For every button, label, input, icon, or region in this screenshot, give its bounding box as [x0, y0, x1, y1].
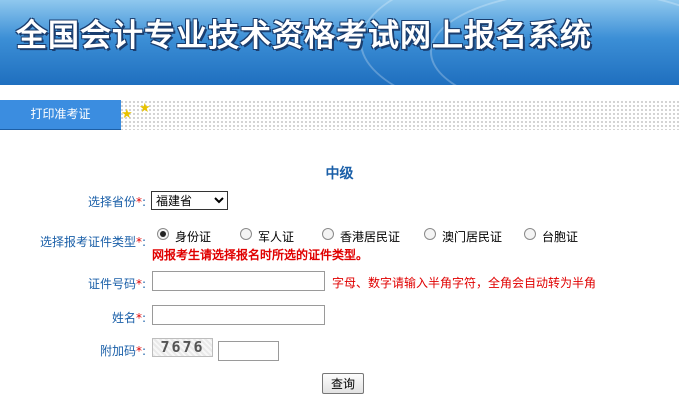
radio-military-id[interactable]: 军人证: [240, 227, 294, 245]
radio-button[interactable]: [524, 227, 536, 240]
radio-button[interactable]: [424, 227, 436, 240]
exam-level-heading: 中级: [325, 166, 354, 182]
tab-print-admission-ticket[interactable]: 打印准考证: [0, 100, 121, 130]
radio-id-card[interactable]: 身份证: [157, 227, 211, 245]
id-number-label: 证件号码*:: [87, 277, 146, 291]
radio-hongkong-id[interactable]: 香港居民证: [322, 227, 400, 245]
id-number-hint: 字母、数字请输入半角字符，全角会自动转为半角: [332, 276, 597, 290]
name-label: 姓名*:: [111, 311, 146, 325]
radio-button[interactable]: [322, 227, 334, 240]
tab-bar: 打印准考证 ★ ★: [0, 100, 679, 130]
radio-button[interactable]: [157, 227, 169, 240]
captcha-image[interactable]: 7676: [152, 338, 213, 357]
radio-button[interactable]: [240, 227, 252, 240]
site-title: 全国会计专业技术资格考试网上报名系统: [16, 18, 592, 54]
star-icon: ★: [139, 101, 151, 116]
name-input[interactable]: [152, 305, 325, 325]
query-button[interactable]: 查询: [322, 373, 364, 394]
captcha-input[interactable]: [218, 341, 279, 361]
id-type-warning: 网报考生请选择报名时所选的证件类型。: [152, 248, 369, 262]
header-banner: 全国会计专业技术资格考试网上报名系统: [0, 0, 679, 85]
radio-macau-id[interactable]: 澳门居民证: [424, 227, 502, 245]
radio-taiwan-id[interactable]: 台胞证: [524, 227, 578, 245]
captcha-label: 附加码*:: [99, 344, 146, 358]
id-type-label: 选择报考证件类型*:: [39, 235, 146, 249]
province-select[interactable]: 福建省: [151, 191, 228, 210]
id-number-input[interactable]: [152, 271, 325, 291]
province-label: 选择省份*:: [87, 195, 146, 209]
star-icon: ★: [121, 107, 133, 122]
